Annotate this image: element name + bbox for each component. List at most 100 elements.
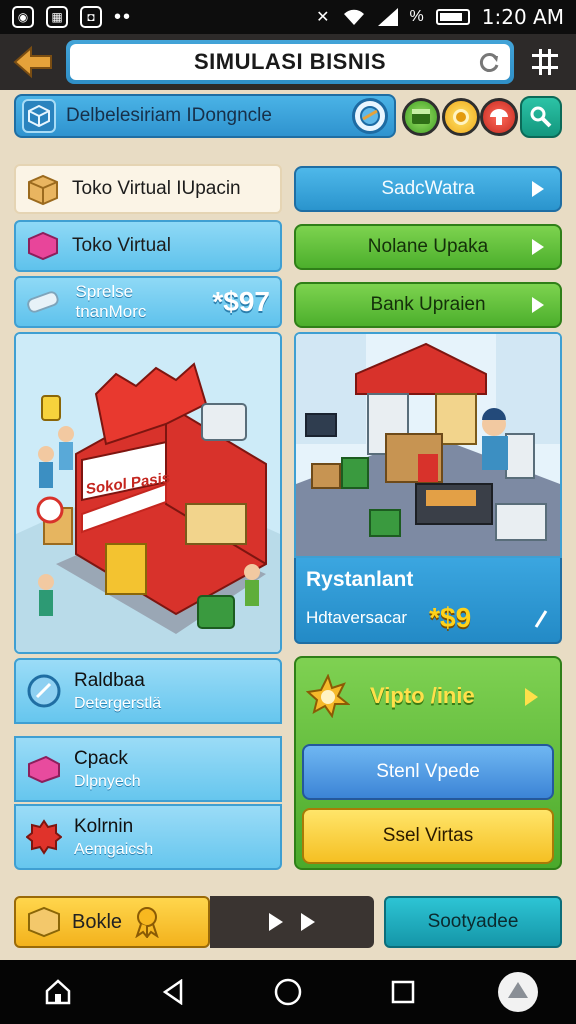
coins-button[interactable]	[442, 98, 480, 136]
category-bar: Delbelesiriam IDongncle	[14, 94, 396, 138]
assistant-button[interactable]	[488, 962, 548, 1022]
business-card-subtitle: Hdtaversacar	[306, 608, 408, 627]
business-card-title: Rystanlant	[306, 568, 414, 591]
next-icon[interactable]	[301, 913, 315, 931]
system-nav-bar	[0, 960, 576, 1024]
stenl-vpede-button-label: Stenl Vpede	[376, 761, 480, 782]
search-button[interactable]	[520, 96, 562, 138]
mushroom-icon	[490, 109, 508, 125]
app-notification-icon: ◉	[12, 6, 34, 28]
list-item-subtitle: Dlpnyech	[74, 772, 141, 790]
store-option-3-label: Sprelse tnanMorc	[75, 282, 147, 321]
box-icon	[412, 109, 430, 124]
play-icon[interactable]	[269, 913, 283, 931]
more-notifications-icon: ••	[114, 6, 133, 28]
list-item-subtitle: Aemgaicsh	[74, 840, 154, 858]
bokle-button[interactable]: Bokle	[14, 896, 210, 948]
store-option-1[interactable]: Toko Virtual IUpacin	[14, 164, 282, 214]
calendar-icon: ▦	[46, 6, 68, 28]
status-right: ✕ % 1:20 AM	[316, 5, 564, 29]
stenl-vpede-button[interactable]: Stenl Vpede	[302, 744, 554, 800]
tag-icon	[28, 755, 60, 784]
assistant-avatar-icon	[498, 972, 539, 1012]
shop-button[interactable]	[480, 98, 518, 136]
reload-icon[interactable]	[478, 52, 500, 74]
list-item-title: Raldbaa	[74, 669, 145, 691]
business-card-row: Hdtaversacar *$9	[306, 602, 550, 634]
inventory-button[interactable]	[402, 98, 440, 136]
upgrade-panel: Vipto /inie Stenl Vpede Ssel Virtas	[294, 656, 562, 870]
home-icon	[45, 979, 70, 1005]
app-header: SIMULASI BISNIS	[0, 34, 576, 90]
sadcwatra-button-label: SadcWatra	[381, 178, 475, 199]
home-circle-button[interactable]	[258, 962, 318, 1022]
upgrade-title: Vipto /inie	[370, 683, 475, 708]
mute-icon: ✕	[316, 9, 330, 26]
store-scene: Sokol Pasis	[16, 334, 280, 652]
sootyadee-button[interactable]: Sootyadee	[384, 896, 562, 948]
message-icon: ◘	[80, 6, 102, 28]
ssel-virtas-button[interactable]: Ssel Virtas	[302, 808, 554, 864]
battery-percent: %	[409, 8, 424, 25]
recents-nav-button[interactable]	[373, 962, 433, 1022]
battery-icon	[435, 9, 470, 25]
title-bar: SIMULASI BISNIS	[66, 40, 514, 84]
crate-icon	[28, 906, 60, 938]
arrow-right-icon	[525, 688, 538, 706]
nolane-upaka-button-label: Nolane Upaka	[367, 236, 489, 257]
menu-grid-icon	[532, 49, 558, 75]
search-icon	[530, 106, 552, 128]
signal-icon	[377, 8, 398, 26]
battery-item-icon	[27, 291, 59, 313]
list-item-title: Kolrnin	[74, 815, 134, 837]
triangle-back-icon	[162, 979, 183, 1005]
playback-controls	[210, 896, 374, 948]
arrow-right-icon	[532, 239, 544, 255]
store-option-1-label: Toko Virtual IUpacin	[72, 178, 241, 199]
list-item[interactable]: Cpack Dlpnyech	[14, 736, 282, 802]
package-icon	[28, 174, 58, 206]
list-item[interactable]: Kolrnin Aemgaicsh	[14, 804, 282, 870]
square-recents-icon	[391, 980, 415, 1004]
store-option-2-label: Toko Virtual	[72, 235, 171, 256]
sootyadee-label: Sootyadee	[427, 911, 519, 932]
back-arrow-icon	[13, 45, 52, 79]
business-info-card[interactable]: Rystanlant Hdtaversacar *$9	[294, 558, 562, 644]
pink-box-icon	[28, 231, 58, 261]
bank-upraien-button[interactable]: Bank Upraien	[294, 282, 562, 328]
globe-icon	[360, 106, 380, 126]
globe-button[interactable]	[352, 98, 388, 134]
list-item-text: Kolrnin Aemgaicsh	[74, 816, 153, 859]
title-field[interactable]: SIMULASI BISNIS	[70, 44, 510, 80]
ssel-virtas-button-label: Ssel Virtas	[382, 825, 474, 846]
store-illustration[interactable]: Sokol Pasis	[14, 332, 282, 654]
edit-icon[interactable]	[532, 607, 550, 629]
status-left: ◉ ▦ ◘ ••	[12, 6, 132, 28]
menu-button[interactable]	[522, 39, 568, 85]
list-item[interactable]: Raldbaa Detergerstlä	[14, 658, 282, 724]
ribbon-icon	[135, 907, 159, 938]
upgrade-header[interactable]: Vipto /inie	[306, 670, 550, 722]
sale-badge-icon	[26, 819, 62, 855]
back-button[interactable]	[8, 39, 58, 85]
circle-home-icon	[274, 978, 302, 1006]
bank-upraien-button-label: Bank Upraien	[370, 294, 486, 315]
home-nav-button[interactable]	[28, 962, 88, 1022]
cube-icon[interactable]	[22, 99, 56, 133]
store-option-3[interactable]: Sprelse tnanMorc *$97	[14, 276, 282, 328]
sadcwatra-button[interactable]: SadcWatra	[294, 166, 562, 212]
shop-interior-illustration[interactable]	[294, 332, 562, 558]
nolane-upaka-button[interactable]: Nolane Upaka	[294, 224, 562, 270]
clock: 1:20 AM	[481, 5, 564, 29]
gauge-icon	[27, 674, 61, 708]
shop-interior-scene	[296, 334, 560, 556]
category-title: Delbelesiriam IDongncle	[66, 105, 272, 126]
wifi-icon	[343, 9, 364, 25]
list-item-text: Cpack Dlpnyech	[74, 748, 141, 791]
page-title: SIMULASI BISNIS	[193, 49, 387, 74]
back-nav-button[interactable]	[143, 962, 203, 1022]
list-item-text: Raldbaa Detergerstlä	[74, 670, 161, 713]
store-option-2[interactable]: Toko Virtual	[14, 220, 282, 272]
bokle-label: Bokle	[72, 910, 123, 933]
business-card-price: *$9	[429, 602, 472, 633]
